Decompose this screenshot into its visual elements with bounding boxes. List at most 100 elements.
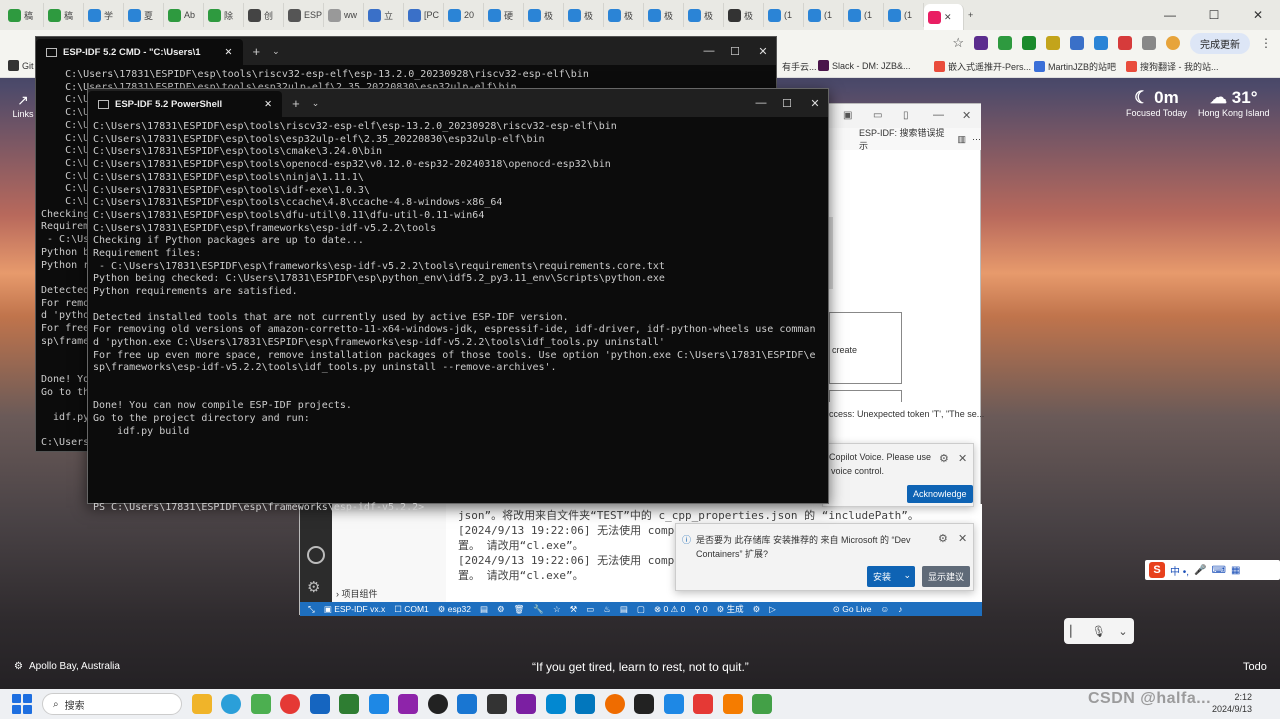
browser-tab[interactable]: 立 (364, 3, 404, 27)
minimize-icon[interactable]: — (1148, 0, 1192, 30)
browser-tab[interactable]: ww (324, 3, 364, 27)
project-components-section[interactable]: › 项目组件 (336, 587, 378, 600)
browser-tab[interactable]: [PC (404, 3, 444, 27)
bookmark-item[interactable]: Git (8, 60, 34, 71)
edge-icon[interactable] (221, 694, 241, 714)
bell-icon[interactable]: ♪ (898, 604, 902, 614)
todo-label[interactable]: Todo (1243, 661, 1267, 673)
vscode-icon[interactable] (663, 694, 684, 714)
gear-icon[interactable]: ⚙ (939, 452, 949, 465)
status-idf-version[interactable]: ▣ ESP-IDF vx.x (324, 604, 385, 615)
keyboard-icon[interactable]: ⌨ (1212, 565, 1226, 576)
app-icon[interactable] (457, 694, 477, 714)
wallpaper-location[interactable]: ⚙ Apollo Bay, Australia (14, 661, 120, 672)
browser-tab[interactable]: 极 (684, 3, 724, 27)
close-icon[interactable]: ✕ (962, 109, 971, 122)
chevron-down-icon[interactable]: ⌄ (1118, 625, 1127, 638)
run-icon[interactable]: ▷ (769, 604, 776, 615)
terminal-tab[interactable]: ESP-IDF 5.2 CMD - "C:\Users\1 ✕ (36, 39, 243, 65)
new-tab-icon[interactable]: + (253, 44, 261, 59)
github-icon[interactable] (486, 694, 507, 714)
browser-tab[interactable]: 除 (204, 3, 244, 27)
extension-icon[interactable] (1070, 36, 1084, 50)
minimize-icon[interactable]: — (933, 109, 944, 121)
browser-tab[interactable]: 极 (724, 3, 764, 27)
build-icon[interactable]: ⚒ (570, 604, 578, 615)
drag-handle-icon[interactable]: ▏ (1070, 625, 1078, 638)
browser-tab[interactable]: (1 (844, 3, 884, 27)
mic-icon[interactable]: 🎙 (1092, 625, 1106, 638)
mic-icon[interactable]: 🎤 (1194, 565, 1206, 576)
extension-icon[interactable] (1142, 36, 1156, 50)
browser-tab[interactable]: (1 (884, 3, 924, 27)
app-icon[interactable] (604, 694, 625, 714)
browser-tab[interactable]: 稿 (44, 3, 84, 27)
trash-icon[interactable]: 🗑 (514, 604, 525, 615)
acknowledge-button[interactable]: Acknowledge (907, 485, 973, 503)
bookmark-item[interactable]: 搜狗翻译 - 我的站... (1126, 60, 1219, 73)
fire-icon[interactable]: ♨ (603, 604, 611, 615)
close-icon[interactable]: ✕ (958, 452, 967, 465)
browser-tab[interactable]: 夏 (124, 3, 164, 27)
app-icon[interactable] (309, 694, 330, 714)
browser-tab[interactable]: 极 (564, 3, 604, 27)
ime-toolbar[interactable]: S 中 •, 🎤 ⌨ ▦ (1145, 560, 1280, 580)
maximize-icon[interactable]: ☐ (720, 37, 750, 65)
extension-icon[interactable] (998, 36, 1012, 50)
close-icon[interactable]: ✕ (800, 89, 830, 117)
bookmark-item[interactable]: 嵌入式遥推开-Pers... (934, 60, 1031, 73)
chevron-down-icon[interactable]: ⌄ (312, 98, 320, 109)
flash-icon[interactable]: ☆ (553, 604, 561, 615)
maximize-icon[interactable]: ☐ (772, 89, 802, 117)
profile-avatar[interactable] (1166, 36, 1180, 50)
account-icon[interactable] (307, 546, 325, 564)
browser-tab[interactable]: Ab (164, 3, 204, 27)
show-recommendations-button[interactable]: 显示建议 (922, 566, 971, 587)
browser-tab[interactable]: 极 (524, 3, 564, 27)
status-build[interactable]: ⚙ 生成 (717, 603, 744, 615)
voice-input-pill[interactable]: ▏ 🎙 ⌄ (1064, 618, 1134, 644)
command-bar[interactable]: ESP-IDF: 搜索错误提示 ▥ ⋯ (829, 128, 981, 151)
terminal-tab[interactable]: ESP-IDF 5.2 PowerShell ✕ (88, 91, 283, 117)
browser-tab[interactable]: ESP (284, 3, 324, 27)
new-tab-icon[interactable]: + (292, 96, 300, 111)
browser-tab[interactable]: 硬 (484, 3, 524, 27)
bookmark-item[interactable]: MartinJZB的站吧 (1034, 60, 1116, 73)
account-icon[interactable]: ☺ (881, 604, 890, 614)
extension-icon[interactable] (974, 36, 988, 50)
file-explorer-icon[interactable] (191, 694, 212, 714)
grid-icon[interactable]: ▦ (1231, 565, 1240, 576)
links-shortcut[interactable]: ↗ Links (8, 92, 38, 119)
app-icon[interactable] (545, 694, 566, 714)
welcome-card[interactable] (829, 390, 902, 402)
terminal-taskbar-icon[interactable] (634, 694, 654, 714)
folder-icon[interactable]: ▤ (480, 604, 488, 615)
app-icon[interactable] (516, 694, 536, 714)
app-icon[interactable] (250, 694, 271, 714)
taskbar-search[interactable]: ⌕ 搜索 (42, 693, 182, 715)
chrome-icon[interactable] (280, 694, 300, 714)
status-golive[interactable]: ⊙ Go Live (833, 604, 872, 615)
book-icon[interactable]: ▥ (957, 134, 966, 145)
app-icon[interactable] (575, 694, 595, 714)
app-icon[interactable] (752, 694, 772, 714)
extension-icon[interactable] (1022, 36, 1036, 50)
new-tab-icon[interactable]: + (964, 3, 1004, 27)
update-button[interactable]: 完成更新 (1190, 32, 1250, 54)
app-icon[interactable] (722, 694, 743, 714)
qq-icon[interactable] (427, 694, 448, 714)
system-clock[interactable]: 2:12 2024/9/13 (1212, 691, 1252, 715)
browser-tab[interactable]: 稿 (4, 3, 44, 27)
gear-icon[interactable]: ⚙ (938, 532, 948, 545)
wrench-icon[interactable]: 🔧 (533, 604, 544, 615)
windows-start-icon[interactable] (12, 694, 32, 714)
close-icon[interactable]: ✕ (748, 37, 778, 65)
debug-icon[interactable]: ⚙ (753, 604, 761, 615)
browser-tab[interactable]: 20 (444, 3, 484, 27)
close-icon[interactable]: ✕ (1236, 0, 1280, 30)
close-icon[interactable]: ✕ (264, 99, 272, 110)
install-button[interactable]: 安装 ⌄ (867, 566, 915, 587)
layout-icon[interactable]: ▣ (843, 110, 852, 121)
terminal-icon[interactable]: ▢ (637, 604, 645, 615)
gear-icon[interactable]: ⚙ (497, 604, 505, 615)
